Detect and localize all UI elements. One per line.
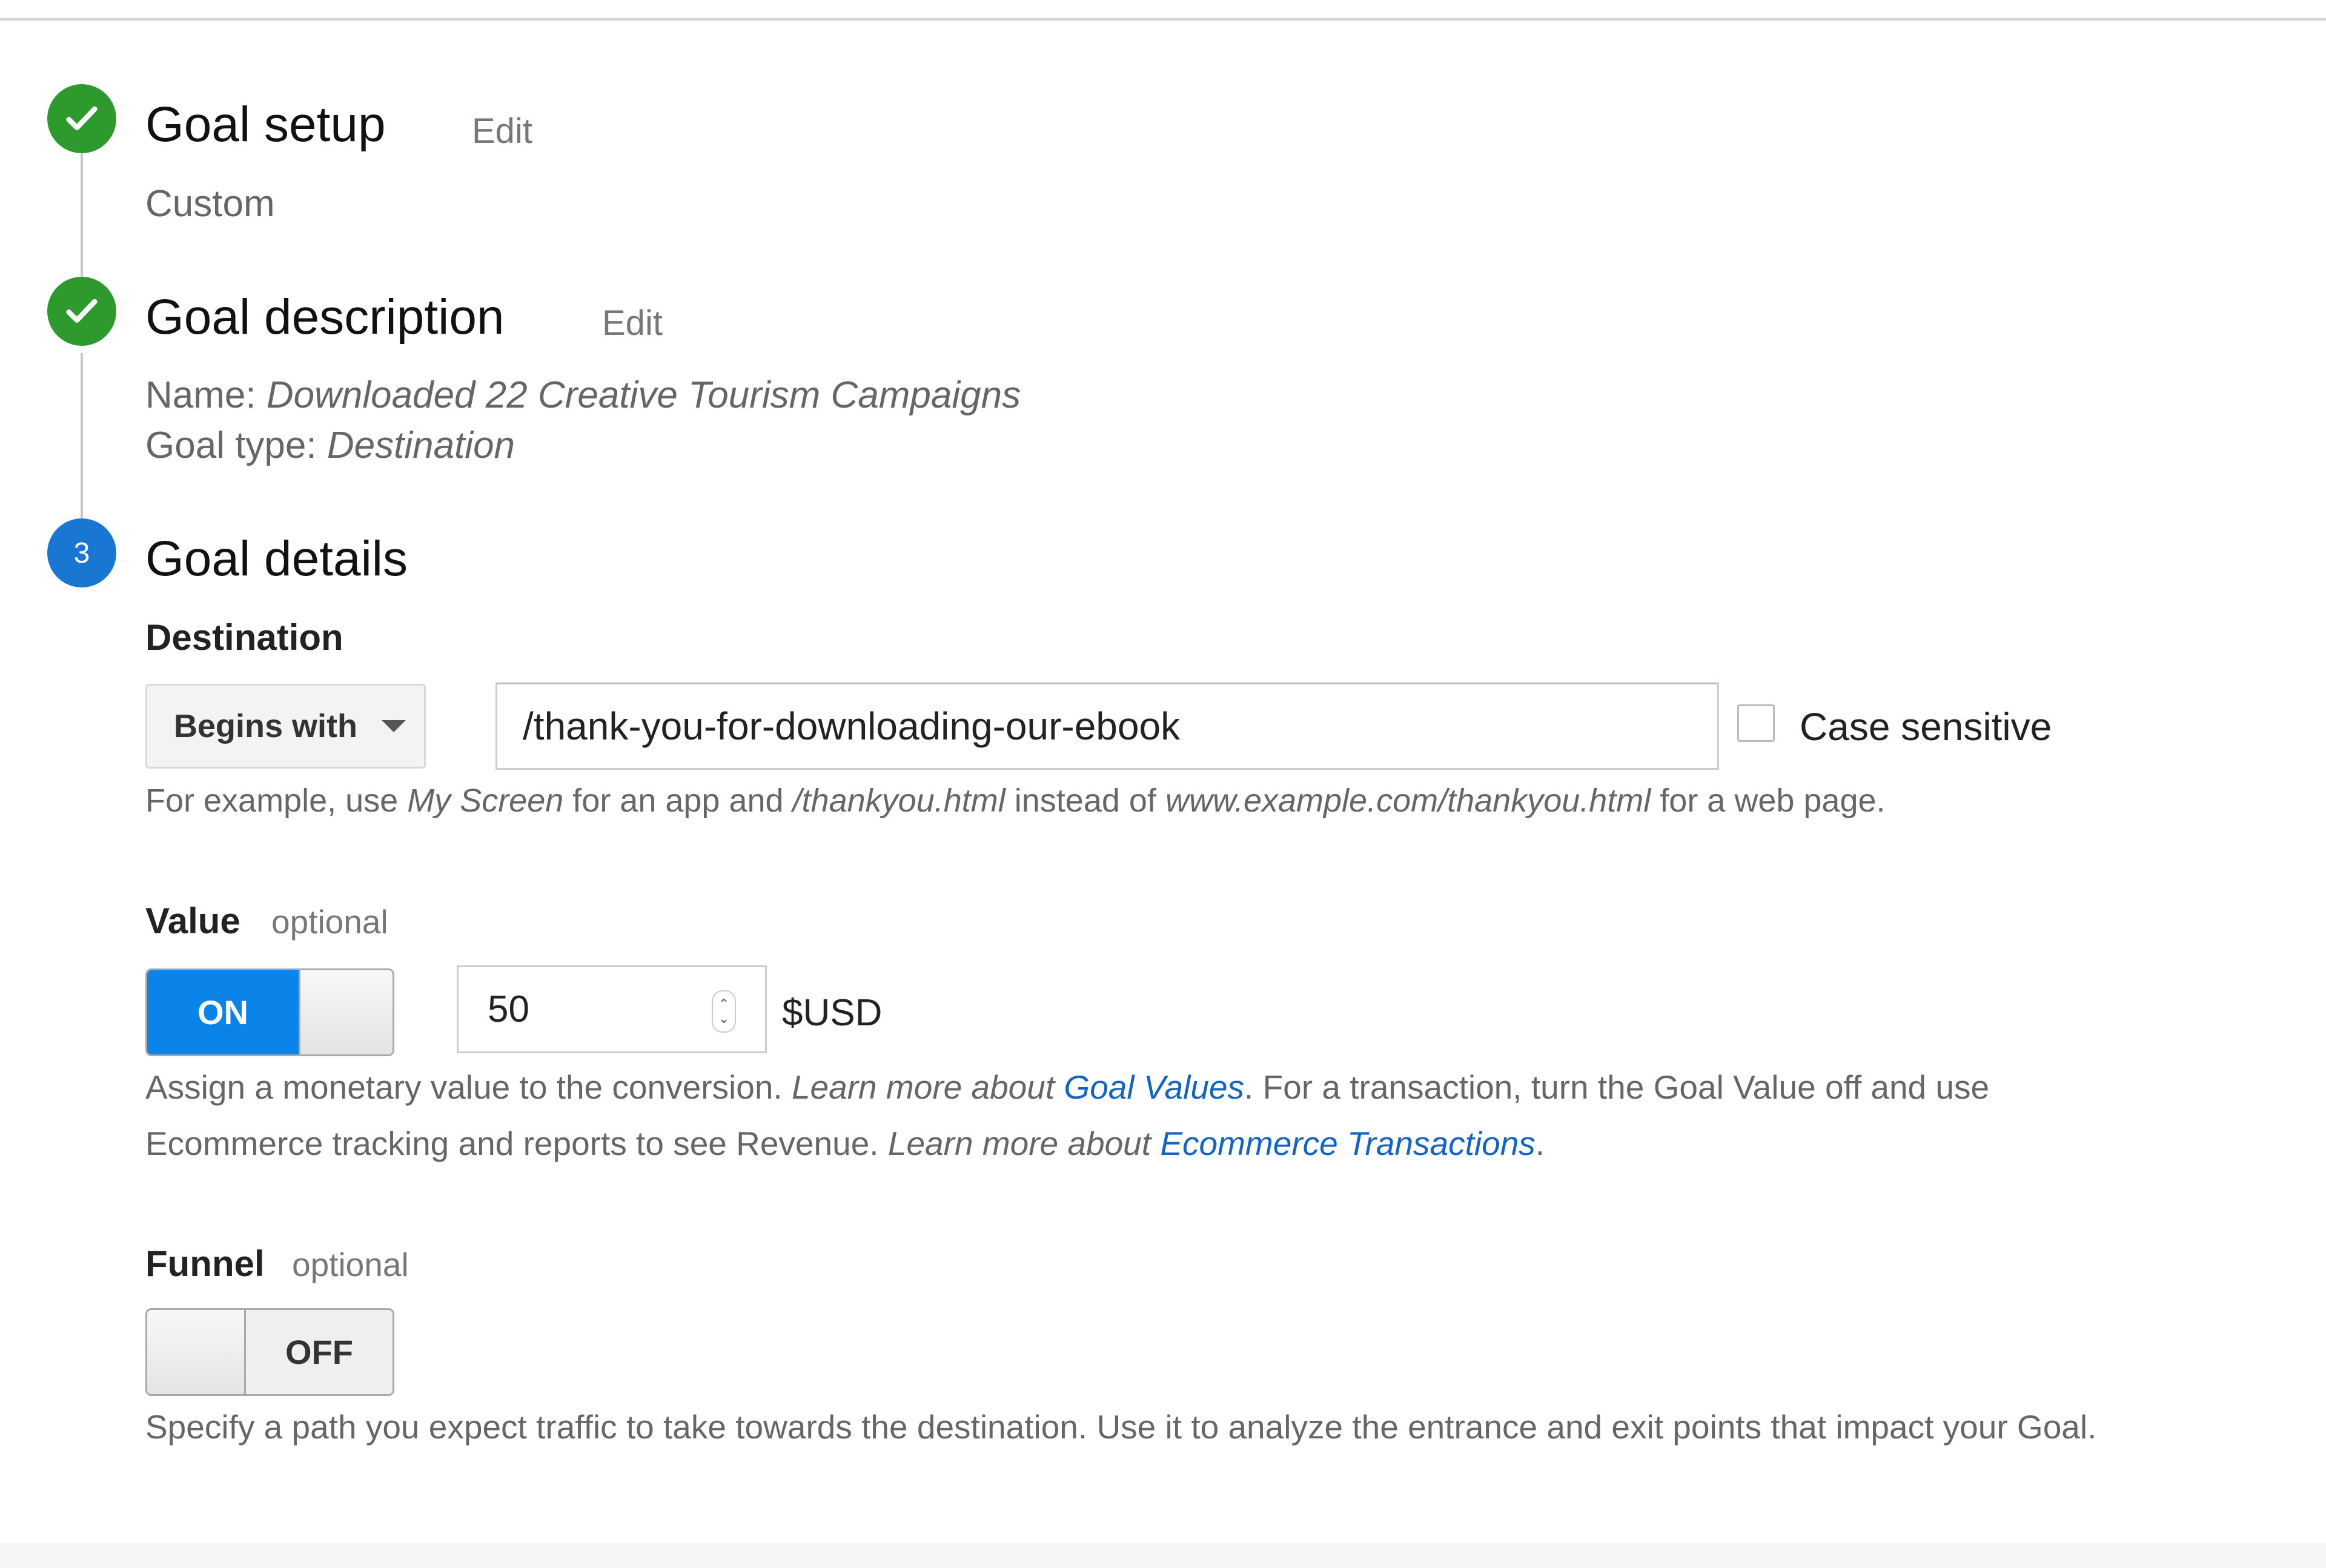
hint-text: For example, use bbox=[145, 782, 408, 819]
check-icon bbox=[47, 277, 116, 346]
toggle-knob bbox=[299, 970, 393, 1054]
goal-values-link[interactable]: Goal Values bbox=[1064, 1068, 1244, 1106]
hint-example: My Screen bbox=[407, 782, 564, 819]
goal-name-label: Name: bbox=[145, 374, 256, 416]
desc-text: Assign a monetary value to the conversio… bbox=[145, 1068, 792, 1106]
hint-text: for a web page. bbox=[1651, 782, 1886, 819]
destination-hint: For example, use My Screen for an app an… bbox=[145, 784, 1886, 817]
step-title-goal-details: Goal details bbox=[145, 531, 408, 586]
hint-example: /thankyou.html bbox=[792, 782, 1006, 819]
check-icon bbox=[47, 84, 116, 153]
step-title-goal-description: Goal description bbox=[145, 289, 505, 345]
value-description: Assign a monetary value to the conversio… bbox=[145, 1059, 2144, 1172]
funnel-label: Funnel bbox=[145, 1243, 265, 1284]
goal-type-line: Goal type: Destination bbox=[145, 427, 515, 465]
value-label: Value bbox=[145, 901, 240, 941]
goal-type-label: Goal type: bbox=[145, 425, 317, 466]
destination-label: Destination bbox=[145, 617, 343, 658]
case-sensitive-label: Case sensitive bbox=[1800, 705, 2052, 749]
footer-area bbox=[0, 1543, 2326, 1568]
goal-name-value: Downloaded 22 Creative Tourism Campaigns bbox=[266, 374, 1021, 416]
step-number-badge: 3 bbox=[47, 518, 116, 587]
ecommerce-transactions-link[interactable]: Ecommerce Transactions bbox=[1160, 1125, 1535, 1162]
funnel-description: Specify a path you expect traffic to tak… bbox=[145, 1408, 2097, 1446]
spinner-icon[interactable]: ⌃ ⌄ bbox=[712, 990, 736, 1033]
toggle-knob bbox=[147, 1310, 246, 1394]
top-divider bbox=[0, 18, 2326, 21]
currency-label: $USD bbox=[782, 992, 883, 1034]
step-connector bbox=[81, 353, 83, 518]
destination-input[interactable]: /thank-you-for-downloading-our-ebook bbox=[495, 683, 1719, 770]
case-sensitive-checkbox[interactable] bbox=[1737, 704, 1775, 742]
desc-text: Learn more about bbox=[887, 1125, 1161, 1162]
hint-text: instead of bbox=[1005, 782, 1165, 819]
hint-text: for an app and bbox=[563, 782, 793, 819]
edit-goal-setup-link[interactable]: Edit bbox=[472, 114, 532, 149]
desc-text: . bbox=[1535, 1125, 1545, 1162]
hint-example: www.example.com/thankyou.html bbox=[1165, 782, 1651, 819]
funnel-toggle[interactable]: OFF bbox=[145, 1308, 394, 1396]
destination-input-value: /thank-you-for-downloading-our-ebook bbox=[523, 704, 1181, 748]
desc-text: Learn more about bbox=[791, 1068, 1064, 1106]
match-type-dropdown[interactable]: Begins with bbox=[145, 684, 426, 769]
value-amount-input[interactable]: 50 ⌃ ⌄ bbox=[457, 965, 767, 1053]
funnel-optional-label: optional bbox=[292, 1246, 409, 1283]
edit-goal-description-link[interactable]: Edit bbox=[602, 306, 663, 341]
match-type-value: Begins with bbox=[174, 708, 358, 744]
goal-setup-summary: Custom bbox=[145, 183, 275, 225]
caret-down-icon bbox=[382, 720, 406, 732]
value-toggle[interactable]: ON bbox=[145, 968, 394, 1056]
step-title-goal-setup: Goal setup bbox=[145, 97, 386, 152]
value-optional-label: optional bbox=[271, 903, 388, 941]
goal-name-line: Name: Downloaded 22 Creative Tourism Cam… bbox=[145, 377, 1021, 414]
goal-type-value: Destination bbox=[326, 425, 515, 466]
value-amount: 50 bbox=[488, 988, 529, 1030]
step-connector bbox=[81, 153, 83, 293]
toggle-off-label: OFF bbox=[246, 1310, 393, 1394]
toggle-on-label: ON bbox=[147, 970, 299, 1054]
